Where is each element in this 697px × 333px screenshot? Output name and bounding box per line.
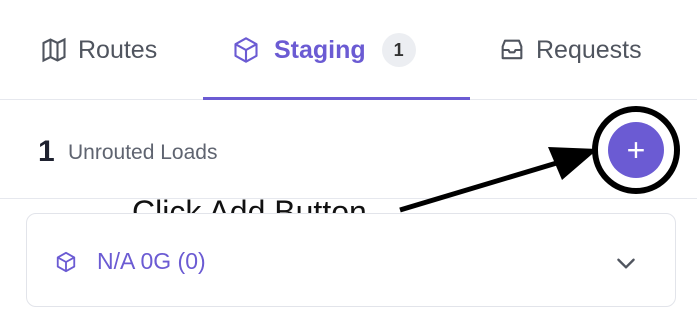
tab-bar: Routes Staging 1 Requests bbox=[0, 0, 697, 100]
tab-requests-label: Requests bbox=[536, 35, 642, 64]
package-icon bbox=[56, 251, 76, 273]
tab-routes[interactable]: Routes bbox=[40, 0, 157, 100]
tab-staging[interactable]: Staging 1 bbox=[232, 0, 416, 100]
unrouted-loads-label: Unrouted Loads bbox=[68, 141, 218, 164]
tab-routes-label: Routes bbox=[78, 35, 158, 64]
load-group-card[interactable]: N/A 0G (0) bbox=[26, 213, 676, 307]
chevron-down-icon[interactable] bbox=[613, 250, 639, 276]
tab-requests[interactable]: Requests bbox=[498, 0, 642, 100]
inbox-icon bbox=[501, 39, 523, 60]
annotation-highlight-circle bbox=[592, 106, 680, 194]
map-icon bbox=[42, 37, 66, 63]
tab-staging-label: Staging bbox=[274, 35, 366, 64]
unrouted-loads-count: 1 bbox=[38, 135, 55, 168]
staging-count-badge: 1 bbox=[381, 33, 416, 67]
active-tab-indicator bbox=[203, 97, 470, 100]
load-group-label: N/A 0G (0) bbox=[97, 248, 206, 274]
package-icon bbox=[234, 37, 258, 63]
